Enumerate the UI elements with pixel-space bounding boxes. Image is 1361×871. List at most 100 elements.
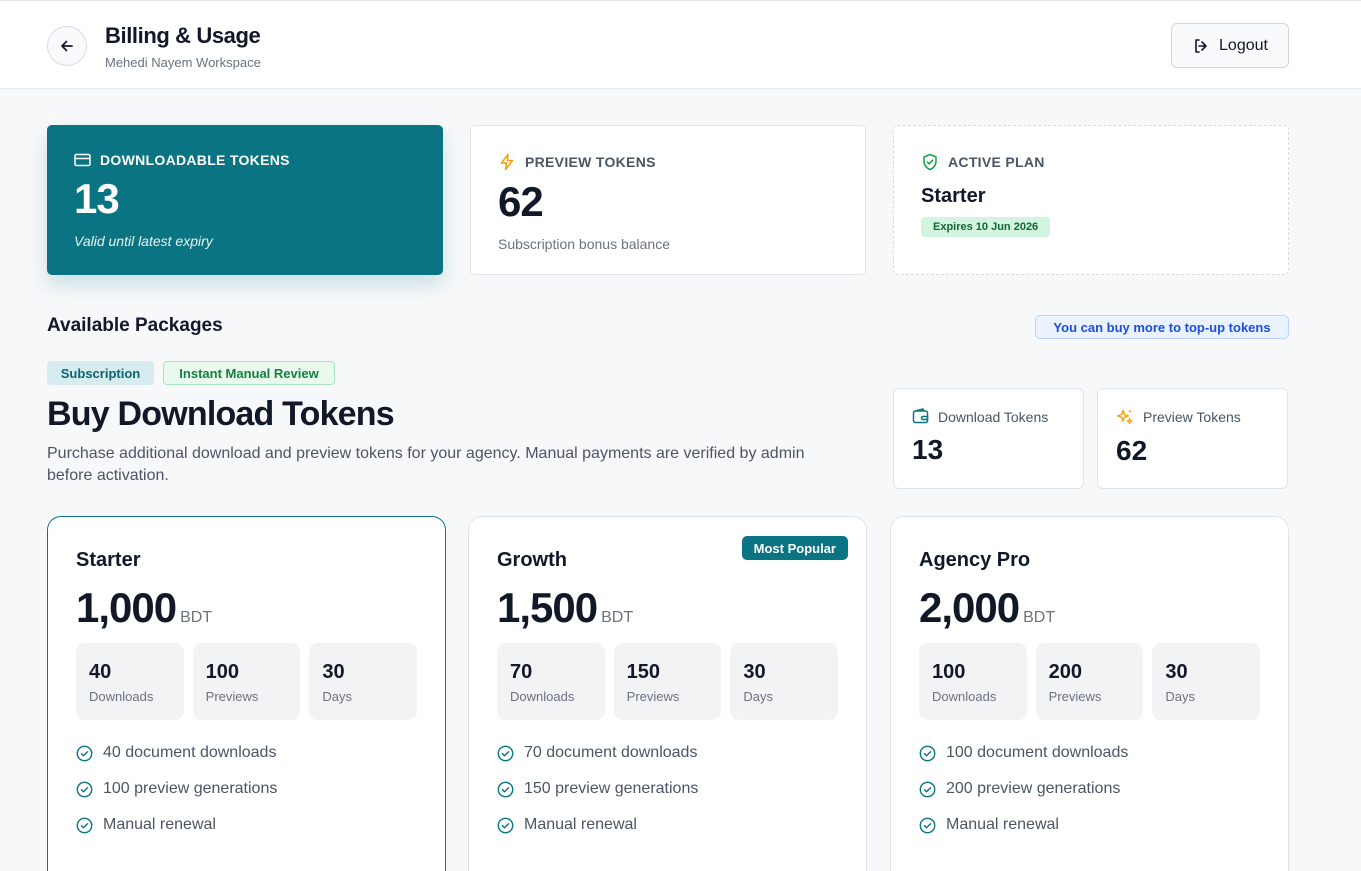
- plan-expiry-badge: Expires 10 Jun 2026: [921, 217, 1051, 237]
- arrow-left-icon: [61, 40, 73, 52]
- feature-item: Manual renewal: [919, 816, 1260, 834]
- stat-label: Days: [1165, 689, 1195, 704]
- logout-icon: [1195, 38, 1207, 53]
- workspace-name: Mehedi Nayem Workspace: [105, 55, 261, 70]
- feature-text: Manual renewal: [103, 816, 216, 833]
- package-price: 2,000: [919, 584, 1020, 631]
- stat-label: Days: [322, 689, 352, 704]
- preview-tokens-card: PREVIEW TOKENS 62 Subscription bonus bal…: [470, 125, 866, 275]
- stat-value: 13: [74, 175, 120, 222]
- back-button[interactable]: [47, 26, 87, 66]
- check-circle-icon: [76, 745, 93, 762]
- balance-label: Download Tokens: [938, 408, 1049, 425]
- check-circle-icon: [76, 781, 93, 798]
- manual-review-tag: Instant Manual Review: [163, 361, 335, 385]
- sparkles-icon: [1116, 409, 1133, 425]
- package-stat-previews: 150 Previews: [613, 643, 722, 720]
- package-stat-previews: 200 Previews: [1035, 643, 1144, 720]
- stat-number: 200: [1048, 661, 1083, 683]
- package-currency: BDT: [601, 609, 634, 626]
- package-stat-downloads: 70 Downloads: [497, 643, 605, 720]
- stat-label: Days: [743, 689, 773, 704]
- feature-text: 100 preview generations: [103, 780, 278, 797]
- credit-card-icon: [74, 153, 91, 167]
- package-price: 1,500: [497, 584, 598, 631]
- stat-label: DOWNLOADABLE TOKENS: [100, 152, 290, 168]
- stat-number: 150: [626, 661, 661, 683]
- downloadable-tokens-card: DOWNLOADABLE TOKENS 13 Valid until lates…: [47, 125, 443, 275]
- feature-item: 100 preview generations: [76, 780, 417, 798]
- stat-number: 100: [932, 661, 966, 683]
- balance-label: Preview Tokens: [1143, 409, 1241, 425]
- buy-tokens-description: Purchase additional download and preview…: [47, 445, 805, 484]
- feature-text: Manual renewal: [524, 816, 637, 833]
- feature-text: 70 document downloads: [524, 744, 698, 761]
- stat-label: PREVIEW TOKENS: [525, 154, 656, 170]
- check-circle-icon: [497, 817, 514, 834]
- subscription-tag: Subscription: [47, 361, 154, 385]
- feature-text: 40 document downloads: [103, 744, 277, 761]
- package-stat-downloads: 40 Downloads: [76, 643, 184, 720]
- buy-tokens-heading: Buy Download Tokens: [47, 395, 395, 433]
- package-card-growth[interactable]: Most Popular Growth 1,500 BDT 70 Download…: [468, 516, 867, 871]
- feature-item: 40 document downloads: [76, 744, 417, 762]
- stat-label: Downloads: [89, 689, 154, 704]
- feature-item: 150 preview generations: [497, 780, 838, 798]
- stat-number: 100: [205, 661, 240, 683]
- check-circle-icon: [497, 781, 514, 798]
- feature-item: Manual renewal: [76, 816, 417, 834]
- package-price: 1,000: [76, 584, 177, 631]
- stat-note: Subscription bonus balance: [498, 236, 671, 252]
- feature-text: Manual renewal: [946, 816, 1059, 833]
- balance-value: 62: [1116, 435, 1148, 466]
- logout-label: Logout: [1219, 36, 1268, 54]
- package-stat-downloads: 100 Downloads: [919, 643, 1027, 720]
- preview-tokens-balance: Preview Tokens 62: [1097, 388, 1288, 489]
- lightning-icon: [500, 153, 514, 171]
- check-circle-icon: [497, 745, 514, 762]
- stat-label: ACTIVE PLAN: [948, 154, 1045, 170]
- active-plan-card: ACTIVE PLAN Starter Expires 10 Jun 2026: [893, 125, 1289, 275]
- topup-note-badge: You can buy more to top-up tokens: [1035, 315, 1289, 339]
- stat-label: Previews: [205, 689, 259, 704]
- most-popular-badge: Most Popular: [741, 536, 848, 560]
- check-circle-icon: [76, 817, 93, 834]
- package-currency: BDT: [1023, 609, 1056, 626]
- stat-label: Downloads: [510, 689, 575, 704]
- check-circle-icon: [919, 817, 936, 834]
- package-stat-days: 30 Days: [309, 643, 418, 720]
- package-stat-previews: 100 Previews: [192, 643, 301, 720]
- stat-number: 30: [743, 661, 766, 683]
- download-tokens-balance: Download Tokens 13: [893, 388, 1084, 489]
- shield-check-icon: [923, 153, 937, 171]
- active-plan-name: Starter: [921, 185, 986, 207]
- feature-text: 150 preview generations: [524, 780, 699, 797]
- package-name: Agency Pro: [919, 549, 1031, 571]
- package-currency: BDT: [180, 609, 213, 626]
- package-card-agency-pro[interactable]: Agency Pro 2,000 BDT 100 Downloads 200 Pre…: [890, 516, 1289, 871]
- feature-item: Manual renewal: [497, 816, 838, 834]
- stat-number: 40: [89, 661, 112, 683]
- balance-value: 13: [912, 434, 944, 465]
- section-title: Available Packages: [47, 315, 223, 336]
- package-name: Starter: [76, 549, 141, 571]
- package-stat-days: 30 Days: [730, 643, 839, 720]
- stat-label: Previews: [626, 689, 680, 704]
- page-title: Billing & Usage: [105, 23, 261, 48]
- check-circle-icon: [919, 781, 936, 798]
- check-circle-icon: [919, 745, 936, 762]
- feature-text: 100 document downloads: [946, 744, 1129, 761]
- stat-number: 30: [322, 661, 345, 683]
- stat-number: 70: [510, 661, 533, 683]
- wallet-icon: [912, 408, 929, 424]
- stat-note: Valid until latest expiry: [74, 233, 213, 249]
- feature-item: 70 document downloads: [497, 744, 838, 762]
- logout-button[interactable]: Logout: [1171, 23, 1289, 68]
- stat-label: Previews: [1048, 689, 1102, 704]
- feature-item: 200 preview generations: [919, 780, 1260, 798]
- stat-label: Downloads: [932, 689, 997, 704]
- package-card-starter[interactable]: Starter 1,000 BDT 40 Downloads 100 Preview…: [47, 516, 446, 871]
- feature-text: 200 preview generations: [946, 780, 1121, 797]
- feature-item: 100 document downloads: [919, 744, 1260, 762]
- package-stat-days: 30 Days: [1152, 643, 1261, 720]
